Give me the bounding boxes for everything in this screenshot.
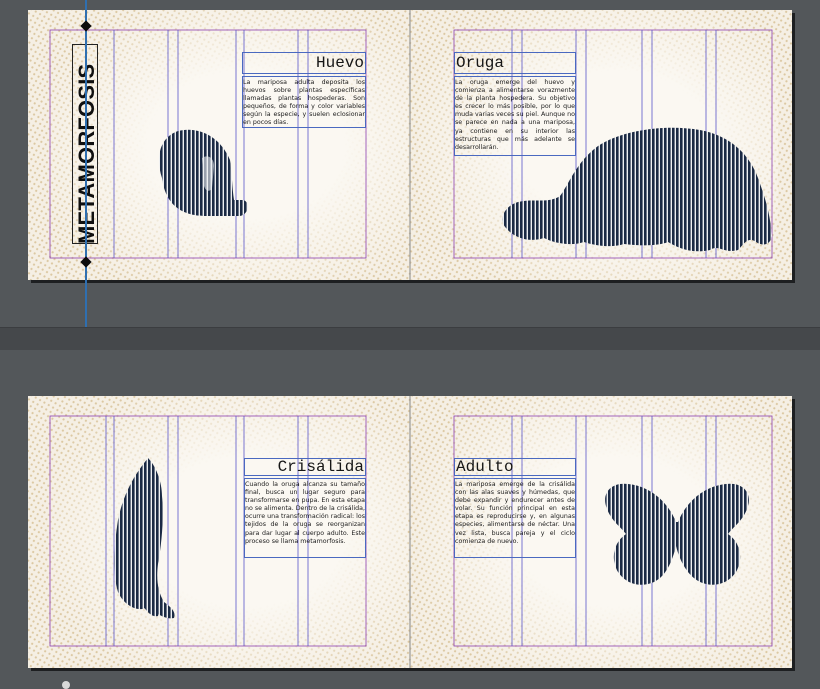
heading-huevo: Huevo (315, 54, 364, 72)
spread-2-artwork (28, 396, 792, 668)
body-adulto: La mariposa emerge de la crisálida con l… (455, 481, 575, 545)
heading-adulto: Adulto (456, 458, 514, 476)
body-oruga: La oruga emerge del huevo y comienza a a… (455, 79, 575, 151)
body-huevo: La mariposa adulta deposita los huevos s… (243, 79, 365, 127)
spread-2[interactable]: Crisálida Cuando la oruga alcanza su tam… (28, 396, 792, 668)
status-dot-icon (62, 681, 70, 689)
heading-crisalida: Crisálida (277, 458, 364, 476)
body-crisalida: Cuando la oruga alcanza su tamaño final,… (245, 481, 366, 545)
spread-1-artwork (28, 10, 792, 280)
spread-1[interactable]: METAMORFOSIS Huevo La mariposa adulta de… (28, 10, 792, 280)
pasteboard-divider (0, 327, 820, 351)
vertical-title: METAMORFOSIS (74, 64, 100, 244)
ruler-guide[interactable] (85, 0, 87, 327)
heading-oruga: Oruga (456, 54, 505, 72)
